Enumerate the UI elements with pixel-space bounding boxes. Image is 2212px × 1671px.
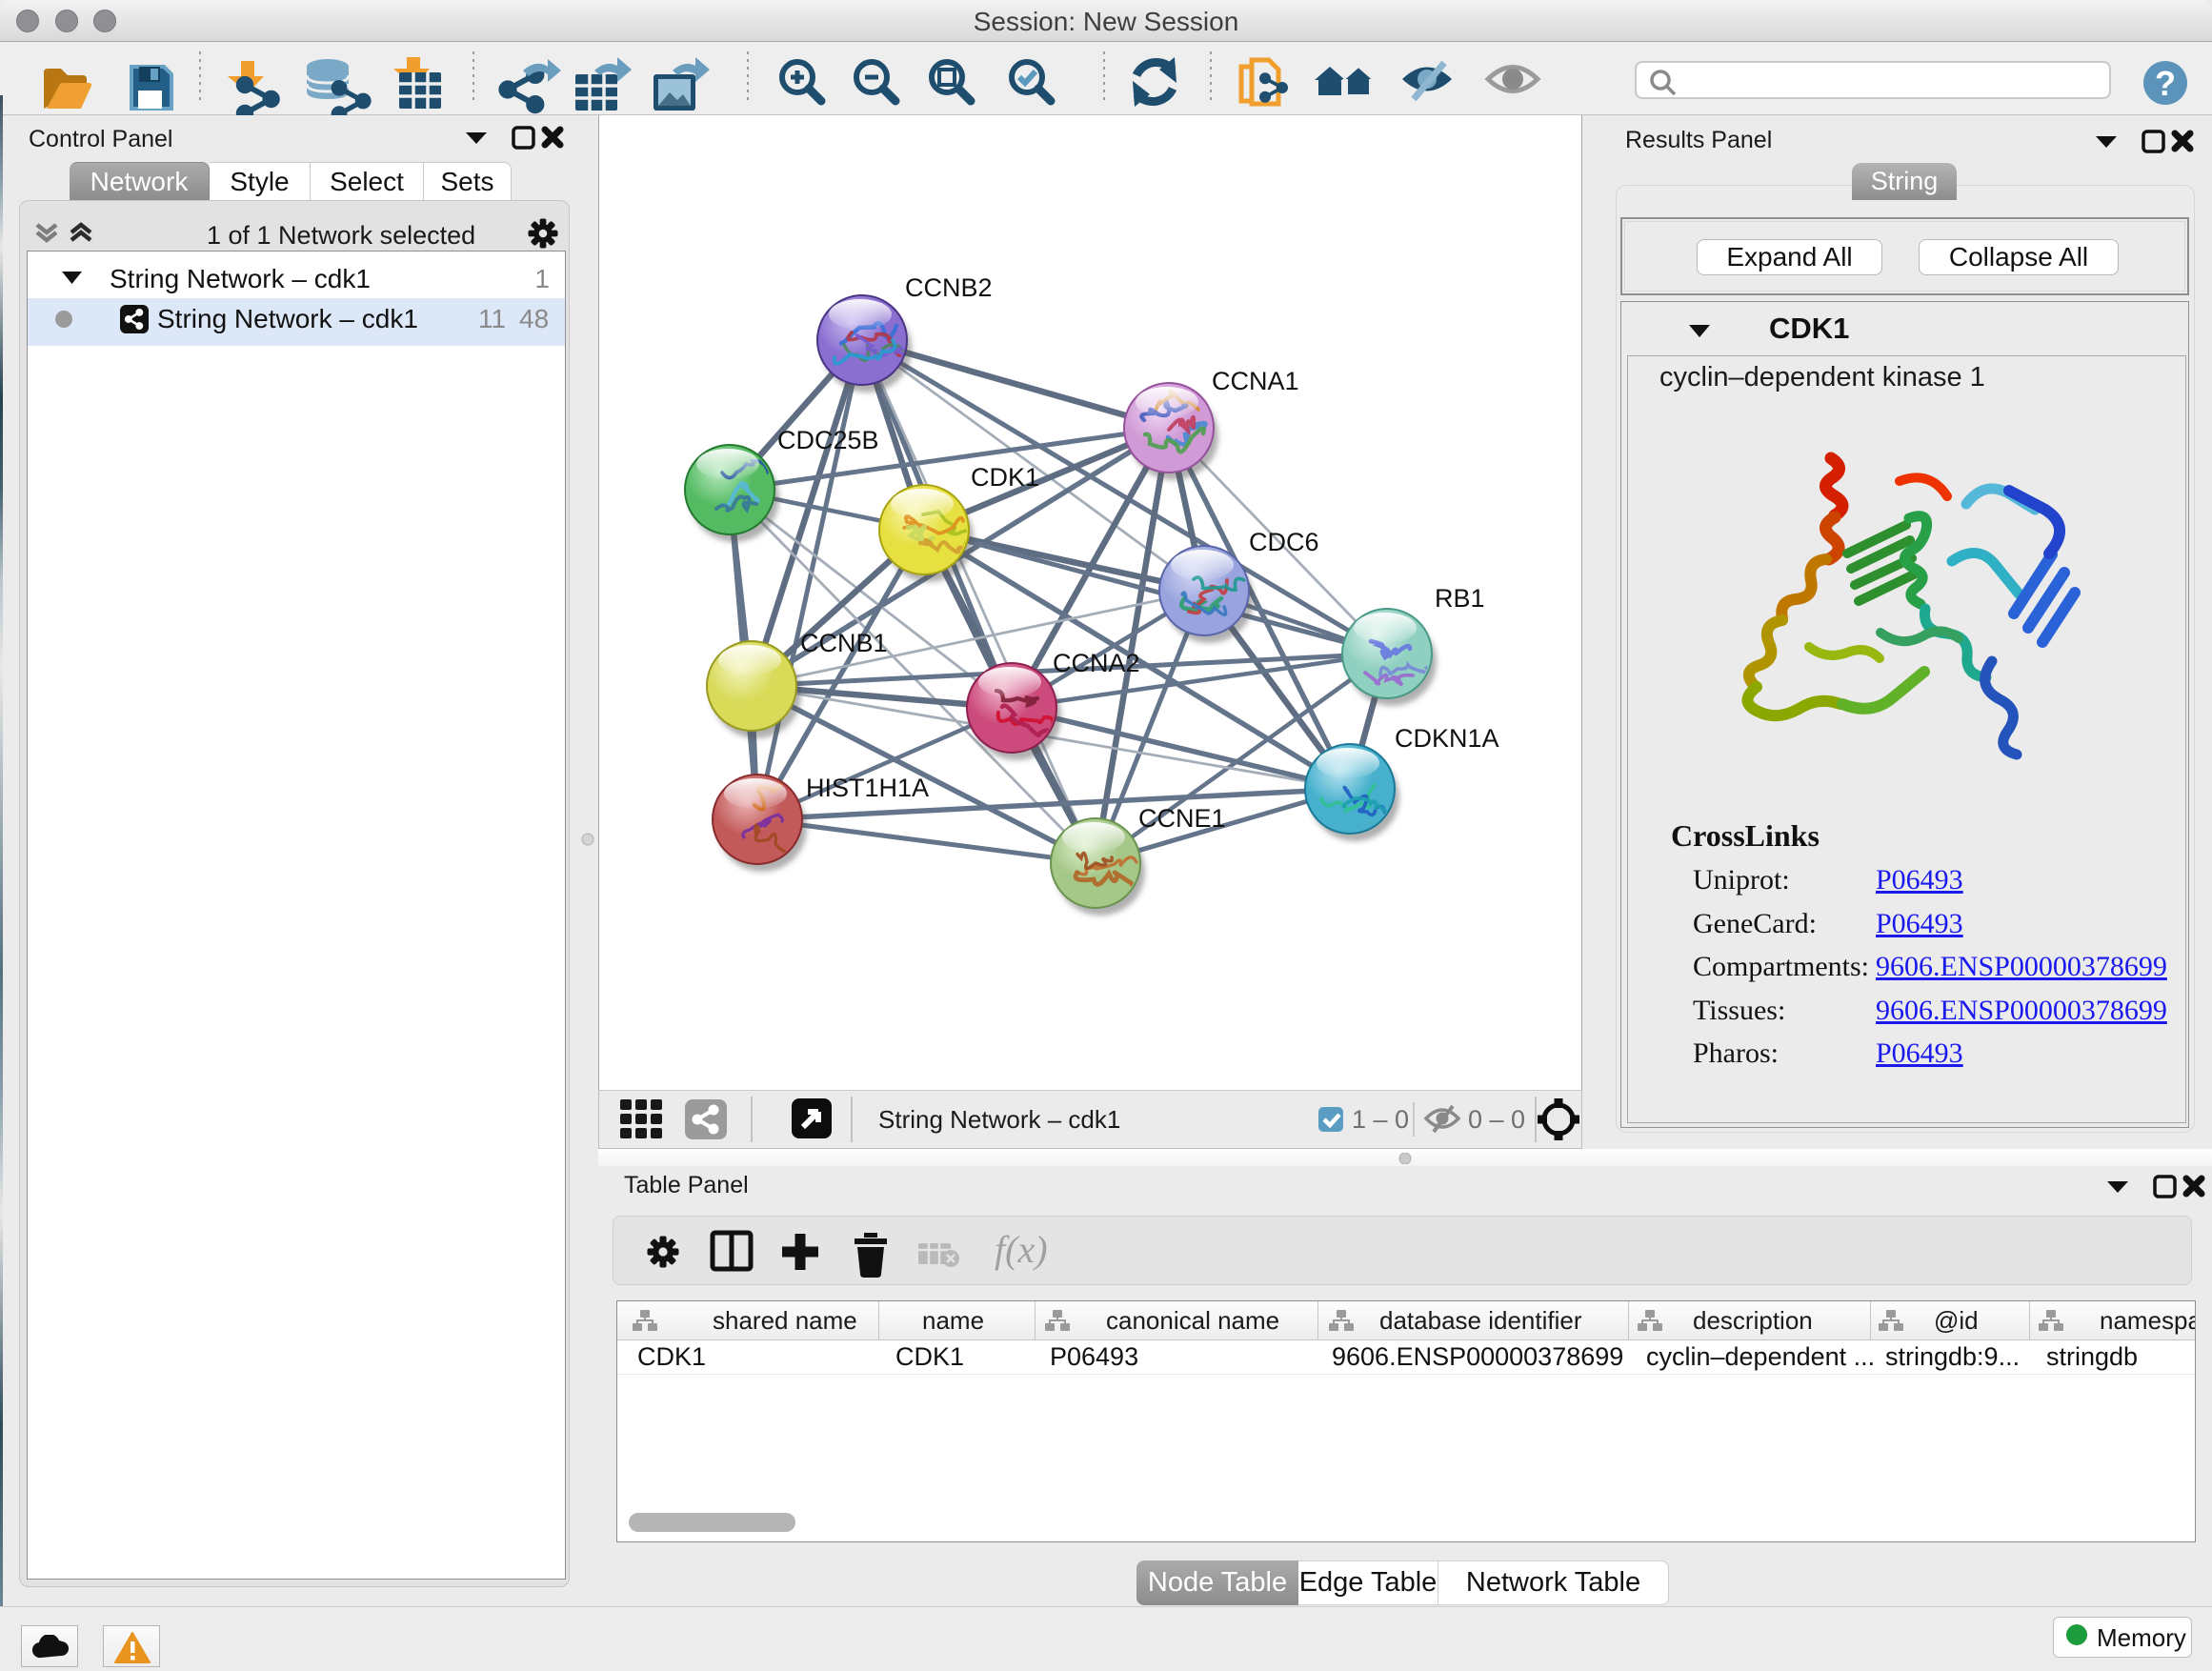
svg-text:CCNA2: CCNA2 [1053, 649, 1140, 677]
svg-text:f(x): f(x) [995, 1228, 1048, 1271]
svg-text:CDKN1A: CDKN1A [1395, 724, 1499, 753]
svg-text:namespace: namespace [2100, 1306, 2195, 1335]
svg-text:CCNA1: CCNA1 [1212, 367, 1299, 395]
svg-text:CCNB2: CCNB2 [905, 273, 993, 302]
svg-text:CDC6: CDC6 [1249, 528, 1319, 556]
svg-text:CCNE1: CCNE1 [1138, 804, 1226, 833]
svg-text:description: description [1693, 1306, 1813, 1335]
svg-text:1 – 0: 1 – 0 [1352, 1105, 1409, 1134]
svg-text:CDK1: CDK1 [971, 463, 1039, 492]
svg-text:0 – 0: 0 – 0 [1468, 1105, 1525, 1134]
svg-text:canonical name: canonical name [1106, 1306, 1279, 1335]
svg-text:shared name: shared name [713, 1306, 857, 1335]
svg-text:?: ? [2155, 64, 2176, 103]
svg-text:String Network – cdk1: String Network – cdk1 [878, 1105, 1120, 1134]
svg-text:@id: @id [1934, 1306, 1979, 1335]
svg-text:name: name [922, 1306, 984, 1335]
svg-text:RB1: RB1 [1435, 584, 1485, 613]
svg-text:CCNB1: CCNB1 [800, 629, 888, 657]
svg-text:database identifier: database identifier [1379, 1306, 1582, 1335]
svg-text:HIST1H1A: HIST1H1A [806, 774, 929, 802]
svg-text:CDC25B: CDC25B [777, 426, 879, 454]
